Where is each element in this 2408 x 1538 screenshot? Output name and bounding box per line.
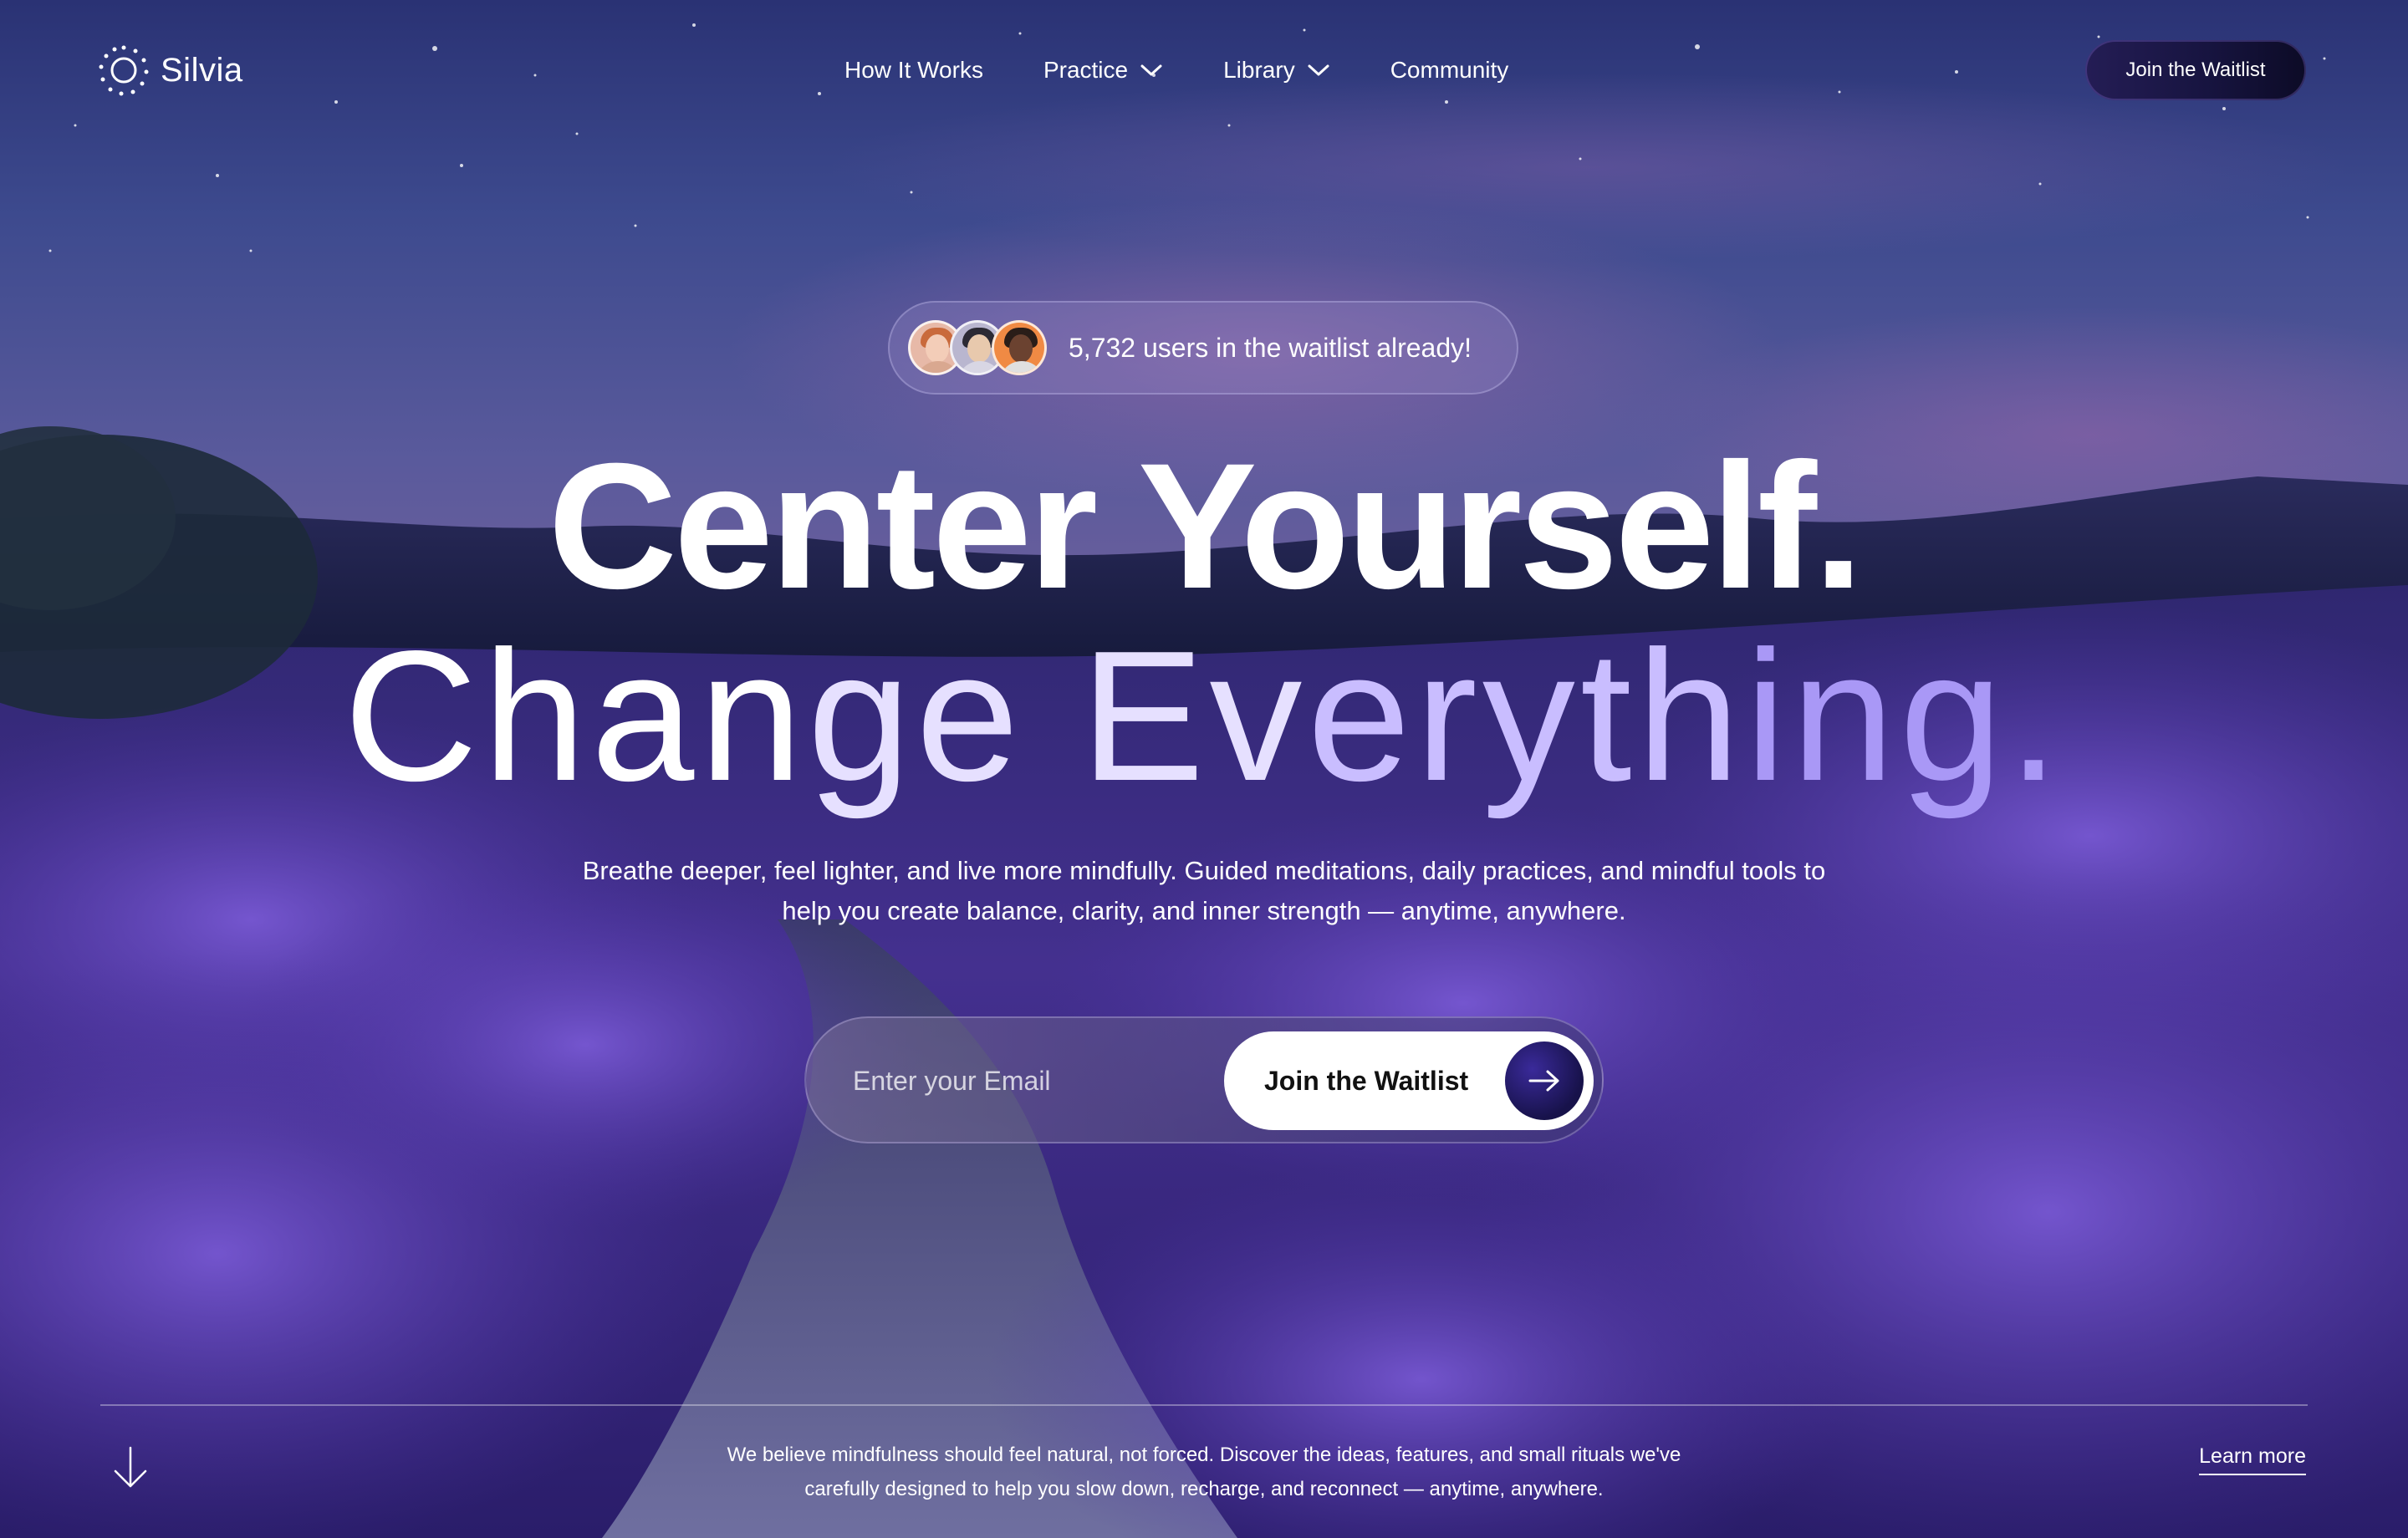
chevron-down-icon <box>1308 64 1329 76</box>
nav-item-label: Practice <box>1043 57 1129 83</box>
waitlist-count-badge: 5,732 users in the waitlist already! <box>888 301 1518 395</box>
nav-item-label: Community <box>1390 57 1509 83</box>
brand-logo[interactable]: Silvia <box>99 43 243 97</box>
join-waitlist-submit-button[interactable]: Join the Waitlist <box>1224 1031 1594 1130</box>
hero-headline-line-2: Change Everything. <box>0 620 2408 812</box>
section-divider <box>100 1404 2308 1406</box>
nav-item-how-it-works[interactable]: How It Works <box>844 57 983 84</box>
avatar-stack <box>908 320 1047 375</box>
landing-page: Silvia How It Works Practice Library Com… <box>0 0 2408 1538</box>
hero-subtitle: Breathe deeper, feel lighter, and live m… <box>582 856 1826 925</box>
nav-item-library[interactable]: Library <box>1223 57 1330 84</box>
headline-segment: ing. <box>1745 613 2064 820</box>
chevron-down-icon <box>1140 64 1162 76</box>
nav-item-practice[interactable]: Practice <box>1043 57 1163 84</box>
nav-item-community[interactable]: Community <box>1390 57 1509 84</box>
main-nav: How It Works Practice Library Community <box>844 52 1508 89</box>
headline-segment: eryth <box>1307 613 1745 820</box>
nav-item-label: Library <box>1223 57 1295 83</box>
waitlist-signup-form: Join the Waitlist <box>804 1016 1604 1143</box>
sun-ring-icon <box>99 45 149 96</box>
arrow-down-icon[interactable] <box>107 1444 154 1491</box>
arrow-right-icon[interactable] <box>1505 1041 1584 1120</box>
footer-tagline: We believe mindfulness should feel natur… <box>727 1444 1681 1500</box>
headline-segment: Chan <box>344 613 808 820</box>
brand-name: Silvia <box>161 51 243 89</box>
submit-button-label: Join the Waitlist <box>1264 1065 1469 1096</box>
email-input[interactable] <box>853 1055 1187 1107</box>
hero-headline-line-1: Center Yourself. <box>548 426 1863 626</box>
waitlist-count-text: 5,732 users in the waitlist already! <box>1069 332 1472 363</box>
headline-segment: ge Ev <box>807 613 1308 820</box>
nav-item-label: How It Works <box>844 57 983 83</box>
avatar <box>992 320 1047 375</box>
learn-more-link[interactable]: Learn more <box>2199 1444 2306 1475</box>
join-waitlist-nav-button[interactable]: Join the Waitlist <box>2085 40 2306 100</box>
